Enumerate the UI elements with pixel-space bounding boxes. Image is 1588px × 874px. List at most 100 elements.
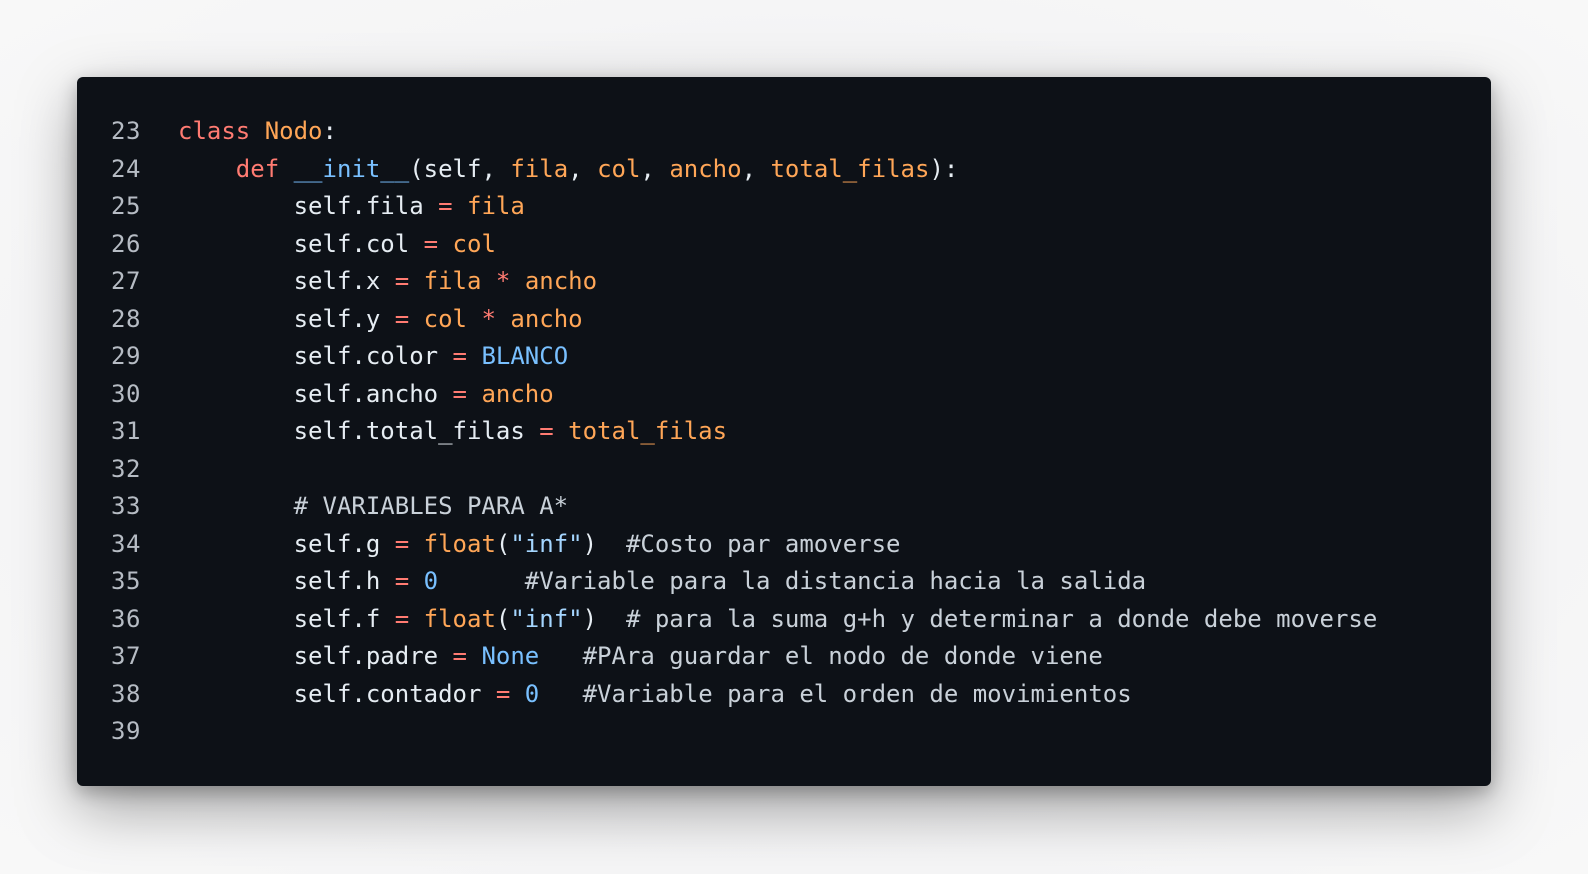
code-token: ,: [640, 154, 670, 183]
code-token: BLANCO: [481, 342, 569, 370]
code-line: 29 self.color = BLANCO: [77, 338, 1491, 376]
line-code: # VARIABLES PARA A*: [178, 488, 569, 526]
code-token: ): [582, 604, 598, 633]
code-token: self.x: [178, 267, 395, 295]
line-number: 31: [111, 417, 141, 445]
code-token: fila: [467, 192, 525, 220]
code-token: (: [495, 529, 511, 558]
code-token: ):: [929, 154, 959, 183]
line-number: 25: [111, 192, 141, 220]
code-token: total_filas: [770, 154, 930, 183]
code-token: self.total_filas: [178, 417, 540, 445]
code-token: (self,: [409, 154, 511, 183]
line-code: self.y = col * ancho: [178, 301, 583, 339]
code-line: 25 self.fila = fila: [77, 188, 1491, 226]
code-token: ancho: [481, 379, 554, 408]
code-line: 36 self.f = float("inf") # para la suma …: [77, 601, 1491, 639]
code-token: float: [423, 604, 496, 633]
code-line: 27 self.x = fila * ancho: [77, 263, 1491, 301]
code-token: self.fila: [178, 192, 439, 220]
code-token: fila: [423, 267, 482, 295]
code-line: 26 self.col = col: [77, 226, 1491, 264]
code-line: 23 class Nodo:: [77, 113, 1491, 151]
code-token: self.f: [178, 604, 395, 633]
code-token: self.col: [178, 229, 424, 258]
line-code: self.contador = 0 #Variable para el orde…: [178, 676, 1132, 714]
code-token: =: [394, 604, 410, 633]
code-line: 39: [77, 713, 1491, 751]
code-token: class: [178, 117, 251, 145]
code-line: 24 def __init__(self, fila, col, ancho, …: [77, 151, 1491, 189]
line-code: self.total_filas = total_filas: [178, 413, 728, 451]
code-token: fila: [510, 154, 569, 183]
line-number: 35: [111, 567, 141, 595]
code-token: col: [597, 154, 641, 183]
code-line: 37 self.padre = None #PAra guardar el no…: [77, 638, 1491, 676]
code-token: self.contador: [178, 679, 496, 708]
code-token: ,: [741, 154, 771, 183]
code-token: *: [481, 304, 496, 333]
line-number: 36: [111, 604, 141, 633]
code-token: =: [394, 267, 410, 295]
code-token: # para la suma g+h y determinar a donde …: [597, 604, 1378, 633]
code-token: self.padre: [178, 642, 453, 670]
code-line: 35 self.h = 0 #Variable para la distanci…: [77, 563, 1491, 601]
code-token: def: [235, 154, 280, 183]
code-line: 33 # VARIABLES PARA A*: [77, 488, 1491, 526]
line-code: self.fila = fila: [178, 188, 525, 226]
code-token: ancho: [510, 304, 583, 333]
line-code: class Nodo:: [178, 113, 337, 151]
code-line: 34 self.g = float("inf") #Costo par amov…: [77, 526, 1491, 564]
code-body: 23 class Nodo: 24 def __init__(self, fila,…: [77, 113, 1491, 751]
code-line: 28 self.y = col * ancho: [77, 301, 1491, 339]
line-number: 34: [111, 529, 141, 558]
code-token: None: [481, 642, 540, 670]
line-number: 38: [111, 679, 141, 708]
code-token: self.color: [178, 342, 453, 370]
line-code: self.ancho = ancho: [178, 376, 554, 414]
code-token: =: [452, 342, 467, 370]
code-line: 38 self.contador = 0 #Variable para el o…: [77, 676, 1491, 714]
line-code: self.col = col: [178, 226, 496, 264]
code-token: =: [423, 229, 439, 258]
line-number: 28: [111, 304, 141, 333]
code-token: ,: [568, 154, 598, 183]
code-token: #Costo par amoverse: [597, 529, 901, 558]
code-line: 30 self.ancho = ancho: [77, 376, 1491, 414]
code-token: =: [394, 529, 410, 558]
code-token: self.g: [178, 529, 395, 558]
code-token: =: [452, 379, 467, 408]
line-code: def __init__(self, fila, col, ancho, tot…: [178, 151, 959, 189]
code-token: 0: [423, 567, 439, 595]
line-code: self.padre = None #PAra guardar el nodo …: [178, 638, 1103, 676]
code-line: 32: [77, 451, 1491, 489]
code-token: =: [539, 417, 554, 445]
code-token: "inf": [510, 604, 583, 633]
code-token: self.h: [178, 567, 395, 595]
code-token: #Variable para la distancia hacia la sal…: [438, 567, 1147, 595]
code-token: total_filas: [568, 417, 728, 445]
line-number: 37: [111, 642, 141, 670]
code-token: =: [394, 304, 410, 333]
code-token: "inf": [510, 529, 583, 558]
code-token: 0: [524, 679, 540, 708]
code-token: Nodo: [264, 117, 323, 145]
code-token: __init__: [293, 154, 410, 183]
code-token: =: [394, 567, 410, 595]
code-token: :: [322, 117, 337, 145]
